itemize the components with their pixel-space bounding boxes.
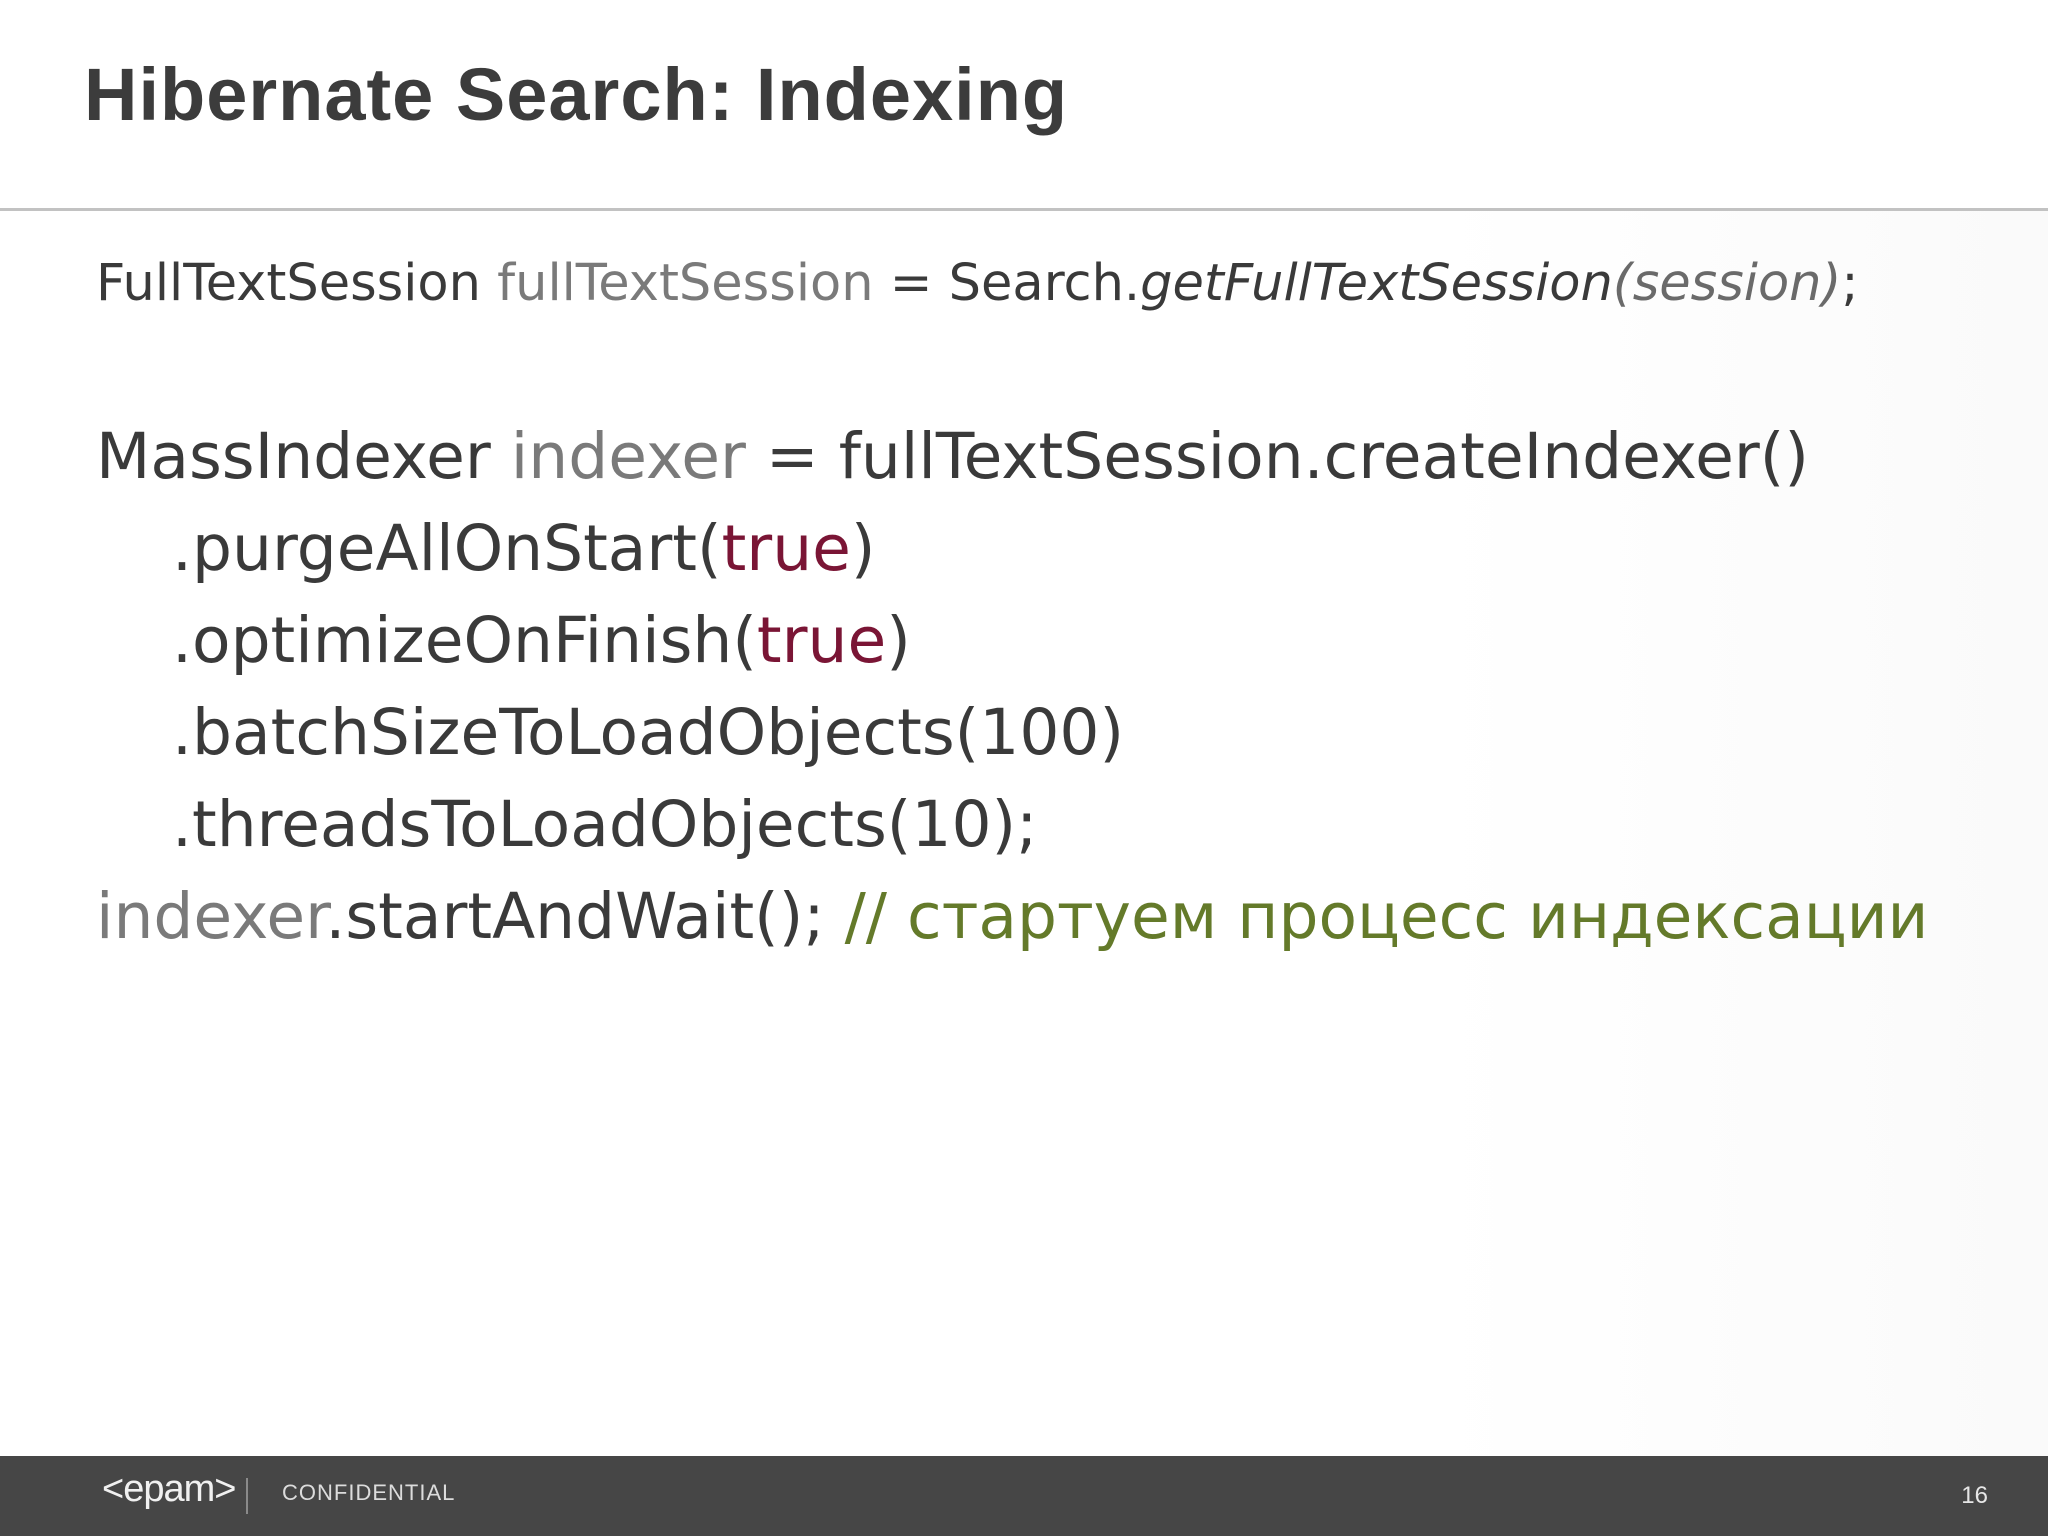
- code-variable: indexer: [510, 420, 746, 493]
- code-terminator: ;: [1841, 254, 1859, 313]
- code-line-mass-indexer: MassIndexer indexer = fullTextSession.cr…: [96, 425, 1809, 488]
- code-type: MassIndexer: [96, 420, 491, 493]
- code-close-paren: ): [886, 604, 911, 677]
- slide-title: Hibernate Search: Indexing: [84, 53, 1069, 136]
- code-method-call: .startAndWait();: [325, 880, 845, 953]
- code-keyword: true: [721, 512, 851, 585]
- code-expression: = fullTextSession.createIndexer(): [745, 420, 1809, 493]
- code-comment: // стартуем процесс индексации: [844, 880, 1929, 953]
- slide-footer: <epam> CONFIDENTIAL 16: [0, 1456, 2048, 1536]
- code-line-optimize-on-finish: .optimizeOnFinish(true): [172, 609, 911, 672]
- page-number: 16: [1961, 1482, 1988, 1509]
- epam-logo: <epam>: [102, 1468, 236, 1510]
- code-line-threads: .threadsToLoadObjects(10);: [172, 793, 1037, 856]
- code-method-call: .threadsToLoadObjects(10);: [172, 788, 1038, 861]
- code-close-paren: ): [850, 512, 876, 585]
- slide-header: Hibernate Search: Indexing: [0, 0, 2048, 211]
- code-method-call: .optimizeOnFinish(: [172, 604, 757, 677]
- code-args: (session): [1612, 254, 1842, 313]
- code-keyword: true: [756, 604, 887, 677]
- code-type: FullTextSession: [96, 254, 481, 313]
- code-operator: = Search.: [873, 254, 1141, 313]
- code-line-full-text-session: FullTextSession fullTextSession = Search…: [96, 258, 1859, 309]
- slide-content: FullTextSession fullTextSession = Search…: [0, 211, 2048, 1456]
- code-line-start-and-wait: indexer.startAndWait(); // стартуем проц…: [96, 885, 1928, 948]
- code-method-call: .batchSizeToLoadObjects(100): [172, 696, 1125, 769]
- footer-divider: [246, 1478, 248, 1514]
- code-variable: indexer: [96, 880, 326, 953]
- code-method: getFullTextSession: [1140, 254, 1613, 313]
- code-method-call: .purgeAllOnStart(: [172, 512, 722, 585]
- confidential-label: CONFIDENTIAL: [282, 1480, 456, 1505]
- code-line-purge-all-on-start: .purgeAllOnStart(true): [172, 517, 875, 580]
- code-variable: fullTextSession: [497, 254, 874, 313]
- code-line-batch-size: .batchSizeToLoadObjects(100): [172, 701, 1124, 764]
